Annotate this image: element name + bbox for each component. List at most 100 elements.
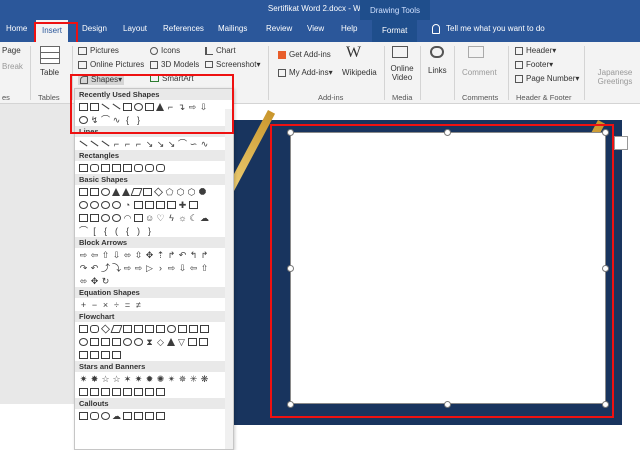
- left-up-arrow-icon[interactable]: ↰: [189, 250, 198, 259]
- triangle-icon[interactable]: [112, 187, 120, 196]
- get-addins-button[interactable]: Get Add-ins: [278, 50, 331, 59]
- table-button[interactable]: Table: [40, 68, 59, 77]
- curved-down-arrow-icon[interactable]: ⤵: [112, 263, 121, 272]
- scroll-icon[interactable]: [134, 387, 143, 396]
- flowchart-alternate-process-icon[interactable]: [90, 324, 99, 333]
- diagonal-stripe-icon[interactable]: [167, 200, 176, 209]
- explosion-icon[interactable]: ✸: [90, 374, 99, 383]
- lightning-bolt-icon[interactable]: ϟ: [167, 213, 176, 222]
- tab-view[interactable]: View: [307, 24, 324, 33]
- up-arrow-icon[interactable]: ⇧: [101, 250, 110, 259]
- heart-icon[interactable]: ♡: [156, 213, 165, 222]
- tab-review[interactable]: Review: [266, 24, 292, 33]
- star-icon[interactable]: ✺: [156, 374, 165, 383]
- brace-icon[interactable]: {: [123, 226, 132, 235]
- u-turn-arrow-icon[interactable]: ↶: [178, 250, 187, 259]
- octagon-icon[interactable]: ⯃: [198, 187, 207, 196]
- star-icon[interactable]: ✷: [134, 374, 143, 383]
- curved-left-arrow-icon[interactable]: ↶: [90, 263, 99, 272]
- text-box-icon[interactable]: [90, 187, 99, 196]
- pie-icon[interactable]: [101, 200, 110, 209]
- oval-icon[interactable]: [101, 187, 110, 196]
- hexagon-icon[interactable]: ⬡: [176, 187, 185, 196]
- flowchart-display-icon[interactable]: [112, 350, 121, 359]
- double-arrow-line-icon[interactable]: [101, 140, 110, 147]
- flowchart-manual-input-icon[interactable]: [189, 324, 198, 333]
- flowchart-decision-icon[interactable]: [100, 323, 111, 334]
- striped-right-arrow-icon[interactable]: ⇨: [123, 263, 132, 272]
- flowchart-delay-icon[interactable]: [199, 337, 208, 346]
- bent-up-arrow-icon[interactable]: ↱: [200, 250, 209, 259]
- left-arrow-callout-icon[interactable]: ⇦: [189, 263, 198, 272]
- right-triangle-icon[interactable]: [122, 187, 130, 196]
- pentagon-arrow-icon[interactable]: ▷: [145, 263, 154, 272]
- flowchart-card-icon[interactable]: [101, 337, 110, 346]
- tab-references[interactable]: References: [163, 24, 204, 33]
- left-right-arrow-icon[interactable]: ⬄: [123, 250, 132, 259]
- oval-callout-icon[interactable]: [101, 411, 110, 420]
- line-callout-icon[interactable]: [156, 411, 165, 420]
- rounded-rectangle-icon[interactable]: [90, 163, 99, 172]
- wikipedia-button[interactable]: Wikipedia: [342, 68, 377, 77]
- heptagon-icon[interactable]: ⬡: [187, 187, 196, 196]
- star-icon[interactable]: ☆: [101, 374, 110, 383]
- up-arrow-callout-icon[interactable]: ⇧: [200, 263, 209, 272]
- flowchart-data-icon[interactable]: [110, 324, 123, 333]
- tell-me-box[interactable]: Tell me what you want to do: [432, 24, 545, 34]
- right-arrow-icon[interactable]: ⇨: [79, 250, 88, 259]
- circular-arrow-icon[interactable]: ↻: [101, 276, 110, 285]
- flowchart-collate-icon[interactable]: ⧗: [145, 337, 154, 346]
- curved-right-arrow-icon[interactable]: ↷: [79, 263, 88, 272]
- flowchart-manual-operation-icon[interactable]: [200, 324, 209, 333]
- scroll-icon[interactable]: [123, 387, 132, 396]
- line-callout-icon[interactable]: [123, 411, 132, 420]
- decagon-icon[interactable]: [79, 200, 88, 209]
- flowchart-direct-access-icon[interactable]: [101, 350, 110, 359]
- header-button[interactable]: Header▾: [515, 46, 556, 55]
- quad-arrow-icon[interactable]: ✥: [145, 250, 154, 259]
- cross-icon[interactable]: ✚: [178, 200, 187, 209]
- line-icon[interactable]: [79, 140, 88, 147]
- snip-rectangle-icon[interactable]: [101, 163, 110, 172]
- brace-icon[interactable]: {: [101, 226, 110, 235]
- cloud-icon[interactable]: ☁: [200, 213, 209, 222]
- screenshot-button[interactable]: Screenshot▾: [205, 60, 260, 69]
- plus-icon[interactable]: +: [79, 300, 88, 309]
- page-button[interactable]: Page: [2, 46, 21, 55]
- tab-format[interactable]: Format: [372, 20, 418, 42]
- elbow-connector-icon[interactable]: ⌐: [112, 139, 121, 148]
- flowchart-terminator-icon[interactable]: [167, 324, 176, 333]
- rectangular-callout-icon[interactable]: [79, 411, 88, 420]
- star-icon[interactable]: ✹: [145, 374, 154, 383]
- layout-options-icon[interactable]: [614, 136, 628, 150]
- left-right-arrow-callout-icon[interactable]: ⬄: [79, 276, 88, 285]
- scribble-icon[interactable]: ∿: [200, 139, 209, 148]
- flowchart-process-icon[interactable]: [79, 324, 88, 333]
- cube-icon[interactable]: [79, 213, 88, 222]
- flowchart-magnetic-disk-icon[interactable]: [90, 350, 99, 359]
- chart-button[interactable]: Chart: [205, 46, 236, 55]
- 3d-models-button[interactable]: 3D Models: [150, 60, 199, 69]
- curved-ribbon-icon[interactable]: [101, 387, 110, 396]
- flowchart-multidocument-icon[interactable]: [156, 324, 165, 333]
- diamond-icon[interactable]: [153, 186, 164, 197]
- elbow-connector-icon[interactable]: ⌐: [134, 139, 143, 148]
- notched-right-arrow-icon[interactable]: ⇨: [134, 263, 143, 272]
- round-rectangle-icon[interactable]: [156, 163, 165, 172]
- half-frame-icon[interactable]: [145, 200, 154, 209]
- snip-rectangle-icon[interactable]: [123, 163, 132, 172]
- bracket-icon[interactable]: ): [134, 226, 143, 235]
- star-icon[interactable]: ☆: [112, 374, 121, 383]
- star-icon[interactable]: ✶: [123, 374, 132, 383]
- flowchart-stored-data-icon[interactable]: [188, 337, 197, 346]
- left-right-up-arrow-icon[interactable]: ⇡: [156, 250, 165, 259]
- flowchart-or-icon[interactable]: [134, 337, 143, 346]
- curved-connector-icon[interactable]: ↘: [167, 139, 176, 148]
- japanese-greetings-button[interactable]: Japanese Greetings: [594, 68, 636, 86]
- text-box-icon[interactable]: [79, 187, 88, 196]
- tab-design[interactable]: Design: [82, 24, 107, 33]
- curved-up-arrow-icon[interactable]: ⤴: [101, 263, 110, 272]
- curve-icon[interactable]: ⌒: [178, 139, 187, 148]
- brace-icon[interactable]: }: [145, 226, 154, 235]
- flowchart-punched-tape-icon[interactable]: [112, 337, 121, 346]
